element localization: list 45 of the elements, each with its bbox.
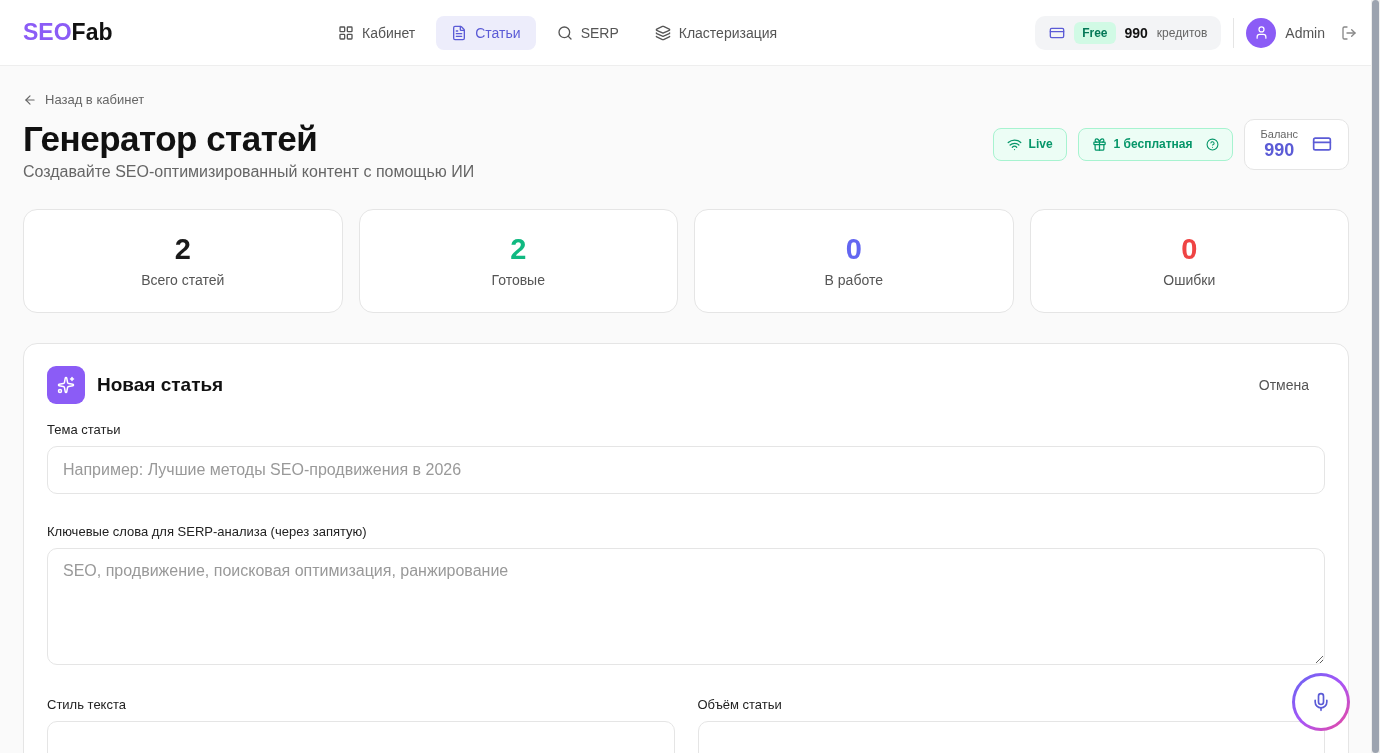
- nav-tab[interactable]: SERP: [541, 15, 634, 50]
- avatar[interactable]: [1246, 17, 1277, 48]
- logo[interactable]: SEOFab: [23, 19, 323, 46]
- help-icon[interactable]: [1205, 137, 1219, 151]
- nav-tab[interactable]: Кабинет: [323, 15, 431, 50]
- topic-field[interactable]: Например: Лучшие методы SEO-продвижения в 2026: [47, 445, 1325, 494]
- microphone-icon: [1311, 692, 1331, 712]
- field-label: Тема статьи: [47, 421, 121, 437]
- credits-unit: кредитов: [1156, 25, 1208, 40]
- plan-badge: Free: [1074, 21, 1116, 44]
- stat-label: Всего статей: [141, 272, 225, 288]
- page-title: Генератор статей: [23, 118, 319, 159]
- gift-icon: [1091, 136, 1107, 152]
- balance-label: Баланс: [1260, 127, 1298, 140]
- stat-value: 0: [845, 233, 862, 266]
- stat-label: Готовые: [491, 272, 545, 288]
- document-icon: [451, 24, 468, 41]
- layers-icon: [654, 24, 671, 41]
- cancel-button[interactable]: Отмена: [1242, 368, 1325, 401]
- balance-value: 990: [1263, 139, 1296, 161]
- back-link[interactable]: Назад в кабинет: [23, 92, 145, 107]
- nav-tab[interactable]: Статьи: [436, 15, 536, 50]
- live-badge: Live: [992, 127, 1067, 161]
- nav-tab[interactable]: Кластеризация: [639, 15, 793, 50]
- stat-value: 2: [510, 233, 527, 266]
- page-subtitle: Создавайте SEO-оптимизированный контент с помощью ИИ: [23, 162, 475, 181]
- field-label: Ключевые слова для SERP-анализа (через запятую): [47, 523, 367, 539]
- free-badge: 1 бесплатная: [1077, 127, 1233, 161]
- logout-icon[interactable]: [1341, 24, 1357, 41]
- field-label: Стиль текста: [47, 696, 126, 712]
- grid-icon: [338, 24, 354, 41]
- stat-label: В работе: [824, 272, 883, 288]
- user-name: Admin: [1285, 24, 1325, 41]
- form-title: Новая статья: [97, 373, 225, 396]
- credits-amount: 990: [1124, 24, 1148, 41]
- wifi-icon: [1006, 136, 1022, 152]
- field-label: Объём статьи: [697, 696, 782, 712]
- stat-value: 0: [1181, 233, 1198, 266]
- keywords-field[interactable]: SEO, продвижение, поисковая оптимизация, ранжирование: [47, 547, 1325, 665]
- card-icon: [1312, 134, 1332, 154]
- search-icon: [556, 24, 573, 41]
- stat-value: 2: [174, 233, 191, 266]
- scrollbar-thumb[interactable]: [1372, 0, 1379, 753]
- sparkles-icon: [47, 365, 85, 404]
- stat-label: Ошибки: [1163, 272, 1216, 288]
